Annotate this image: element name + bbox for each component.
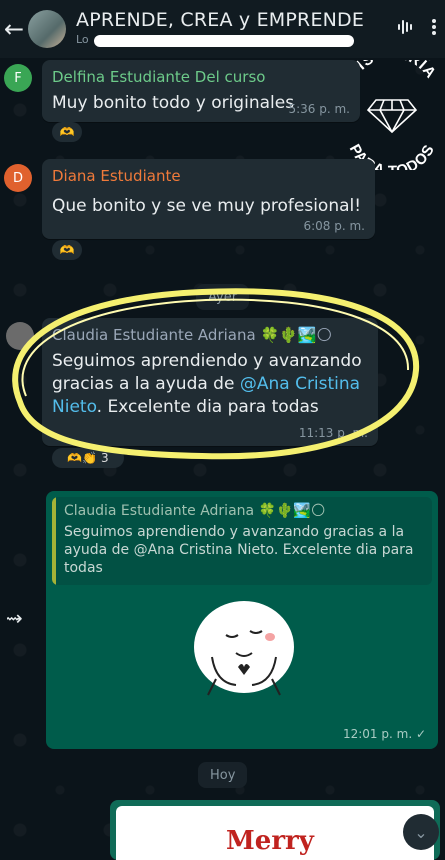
message-time: 11:13 p. m. bbox=[298, 426, 368, 440]
group-info[interactable]: APRENDE, CREA y EMPRENDE Lo bbox=[76, 9, 389, 49]
avatar[interactable] bbox=[6, 322, 34, 350]
outgoing-message[interactable]: Claudia Estudiante Adriana 🍀🌵🏞️🌕 Seguimo… bbox=[46, 491, 438, 749]
message-sender: Diana Estudiante bbox=[52, 167, 181, 185]
image-message[interactable]: Merry bbox=[110, 800, 440, 860]
message-text-part: . Excelente dia para todas bbox=[96, 397, 319, 417]
arrow-left-icon[interactable]: ← bbox=[4, 15, 26, 43]
day-separator: Ayer bbox=[196, 284, 250, 310]
group-subtitle-text: Lo bbox=[76, 33, 89, 46]
avatar-initial: D bbox=[12, 170, 23, 186]
image-preview[interactable]: Merry bbox=[116, 806, 434, 860]
heart-hands-icon: 🫶 bbox=[59, 243, 75, 257]
sender-name: Claudia Estudiante Adriana bbox=[52, 326, 256, 344]
forward-icon[interactable]: ⇝ bbox=[6, 606, 23, 630]
reaction-badge[interactable]: 🫶👏 3 bbox=[52, 448, 124, 468]
reaction-badge[interactable]: 🫶 bbox=[52, 240, 82, 260]
image-caption: Merry bbox=[226, 826, 314, 856]
message-bubble[interactable]: Delfina Estudiante Del curso Muy bonito … bbox=[42, 60, 360, 122]
redaction-bar bbox=[94, 35, 354, 47]
more-vertical-icon[interactable] bbox=[431, 18, 437, 41]
group-title: APRENDE, CREA y EMPRENDE bbox=[76, 9, 365, 31]
reaction-count: 3 bbox=[101, 451, 109, 465]
voice-wave-icon[interactable] bbox=[397, 18, 415, 41]
chevron-double-down-icon: ⌄ bbox=[414, 822, 428, 842]
sender-emojis: 🍀🌵🏞️🌕 bbox=[260, 326, 333, 344]
message-text: Seguimos aprendiendo y avanzando gracias… bbox=[52, 350, 368, 419]
quoted-message[interactable]: Claudia Estudiante Adriana 🍀🌵🏞️🌕 Seguimo… bbox=[52, 497, 432, 585]
quote-bar bbox=[52, 497, 56, 585]
message-sender: Claudia Estudiante Adriana 🍀🌵🏞️🌕 bbox=[52, 326, 368, 344]
heart-hands-icon: 🫶👏 bbox=[67, 451, 98, 465]
group-avatar[interactable] bbox=[28, 10, 66, 48]
quote-sender: Claudia Estudiante Adriana 🍀🌵🏞️🌕 bbox=[64, 503, 326, 519]
message-time: 6:08 p. m. bbox=[303, 219, 365, 233]
message-time: 12:01 p. m. ✓ bbox=[342, 727, 426, 741]
chat-header: ← APRENDE, CREA y EMPRENDE Lo bbox=[0, 0, 445, 58]
quote-text: Seguimos aprendiendo y avanzando gracias… bbox=[64, 524, 414, 576]
message-bubble[interactable]: Claudia Estudiante Adriana 🍀🌵🏞️🌕 Seguimo… bbox=[42, 318, 378, 446]
avatar[interactable]: D bbox=[4, 164, 32, 192]
reaction-badge[interactable]: 🫶 bbox=[52, 122, 82, 142]
avatar-initial: F bbox=[14, 70, 22, 86]
avatar[interactable]: F bbox=[4, 64, 32, 92]
day-separator: Hoy bbox=[198, 762, 248, 788]
message-bubble[interactable]: Diana Estudiante Que bonito y se ve muy … bbox=[42, 159, 375, 239]
scroll-down-button[interactable]: ⌄ bbox=[403, 814, 439, 850]
message-time: 5:36 p. m. bbox=[288, 102, 350, 116]
message-text: Que bonito y se ve muy profesional! bbox=[52, 196, 362, 216]
message-sender: Delfina Estudiante Del curso bbox=[52, 68, 266, 86]
group-subtitle: Lo bbox=[76, 33, 389, 49]
heart-hands-icon: 🫶 bbox=[59, 125, 75, 139]
sticker-image[interactable] bbox=[186, 595, 306, 705]
